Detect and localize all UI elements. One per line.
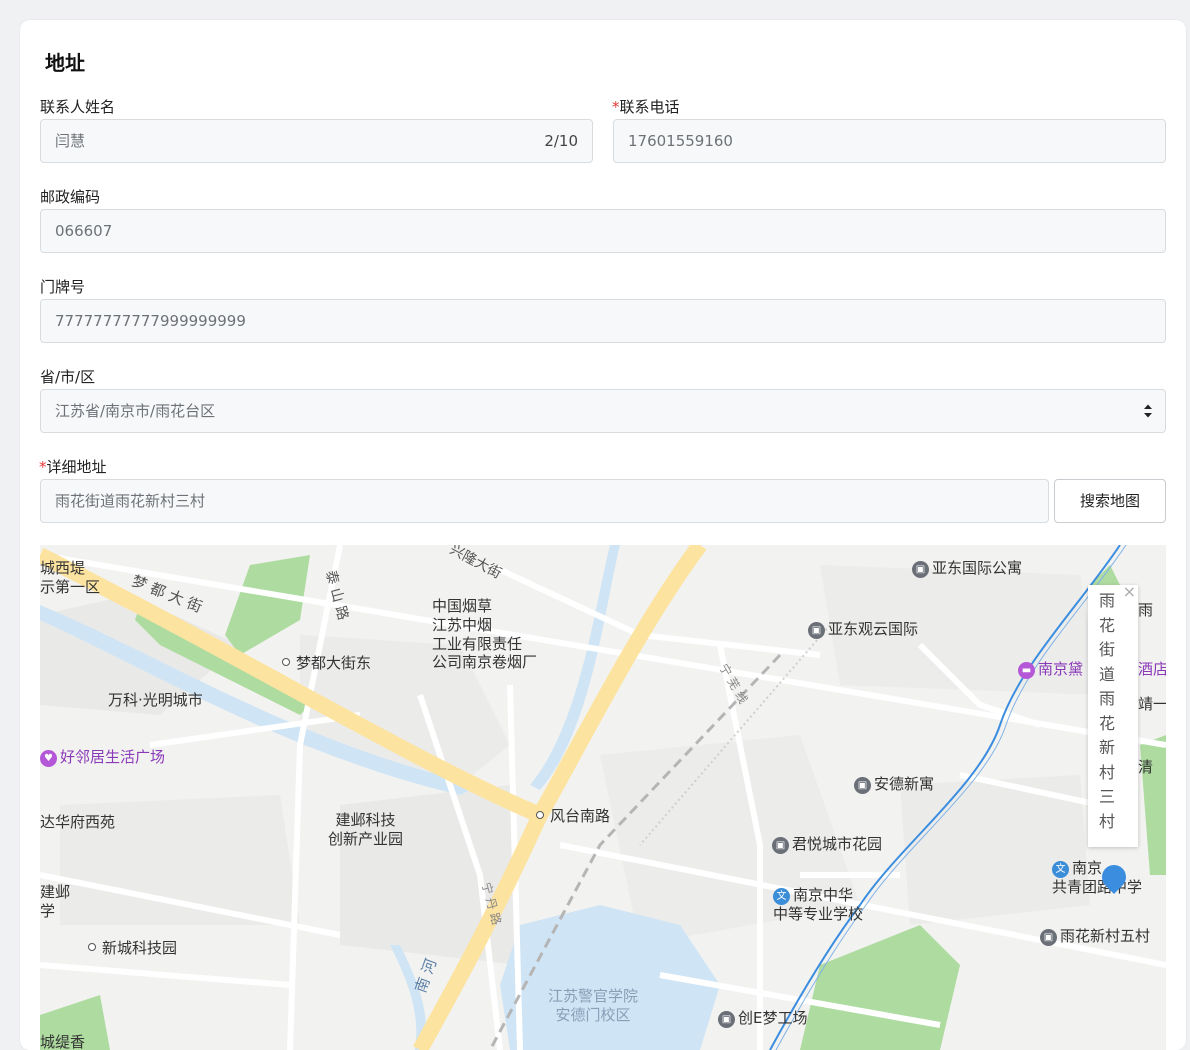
up-down-arrows-icon xyxy=(1143,390,1153,432)
region-select[interactable]: 江苏省/南京市/雨花台区 xyxy=(40,389,1166,433)
map-poi[interactable]: 城西堤 xyxy=(40,559,85,578)
map-poi[interactable]: 文南京中华 中等专业学校 xyxy=(773,886,863,924)
transit-dot-icon xyxy=(88,943,96,951)
building-pin-icon: ▣ xyxy=(854,777,871,794)
transit-dot-icon xyxy=(282,658,290,666)
map-poi[interactable]: 梦都大街东 xyxy=(282,654,371,673)
map-poi[interactable]: ▣ 亚东观云国际 xyxy=(808,620,918,639)
map-poi[interactable]: 酒店 xyxy=(1138,660,1166,679)
map-base-layer xyxy=(40,545,1166,1050)
map-poi[interactable]: 中国烟草 江苏中烟 工业有限责任 公司南京卷烟厂 xyxy=(432,597,537,672)
building-pin-icon: ▣ xyxy=(1040,929,1057,946)
postal-code-input[interactable]: 066607 xyxy=(40,209,1166,253)
map-poi[interactable]: 万科·光明城市 xyxy=(108,691,203,710)
map-poi[interactable]: ♥ 好邻居生活广场 xyxy=(40,748,165,767)
map-poi[interactable]: ▣ 安德新寓 xyxy=(854,775,934,794)
map-poi[interactable]: ▣ 君悦城市花园 xyxy=(772,835,882,854)
contact-phone-label: *联系电话 xyxy=(612,98,680,116)
transit-dot-icon xyxy=(536,811,544,819)
house-number-input[interactable]: 77777777777999999999 xyxy=(40,299,1166,343)
map-poi[interactable]: 城缇香 xyxy=(40,1033,85,1050)
building-pin-icon: ▣ xyxy=(912,561,929,578)
close-icon[interactable]: × xyxy=(1123,583,1136,601)
school-pin-icon: 文 xyxy=(1052,861,1069,878)
map-info-window: 雨花街道雨花新村三村 × xyxy=(1088,583,1138,847)
region-label: 省/市/区 xyxy=(40,368,96,386)
address-card: 地址 联系人姓名 闫慧 2/10 *联系电话 17601559160 邮政编码 … xyxy=(20,20,1186,1050)
building-pin-icon: ▣ xyxy=(772,837,789,854)
detail-address-value: 雨花街道雨花新村三村 xyxy=(55,492,206,510)
map-poi[interactable]: 新城科技园 xyxy=(88,939,177,958)
detail-address-input[interactable]: 雨花街道雨花新村三村 xyxy=(40,479,1049,523)
house-number-label: 门牌号 xyxy=(40,278,86,296)
map-poi[interactable]: 靖一 xyxy=(1138,695,1166,714)
contact-name-value: 闫慧 xyxy=(55,132,86,150)
map-poi[interactable]: 示第一区 xyxy=(40,578,100,597)
contact-phone-value: 17601559160 xyxy=(628,132,733,150)
map-poi[interactable]: 江苏警官学院 安德门校区 xyxy=(548,987,638,1025)
map-poi[interactable]: 达华府西苑 xyxy=(40,813,115,832)
map-view[interactable]: 梦 都 大 街 泰 山 路 宁 芜 线 兴隆大街 南 河 宁 丹 路 ▣ 亚东国际… xyxy=(40,545,1166,1050)
map-poi[interactable]: 建邺 学 xyxy=(40,883,70,921)
char-counter: 2/10 xyxy=(544,132,578,150)
map-poi[interactable]: 文南京 共青团路中学 xyxy=(1052,859,1142,897)
map-poi[interactable]: ▬ 南京黛 xyxy=(1018,660,1083,679)
section-title: 地址 xyxy=(45,51,85,75)
postal-code-value: 066607 xyxy=(55,222,113,240)
shop-pin-icon: ♥ xyxy=(40,750,57,767)
info-window-text: 雨花街道雨花新村三村 xyxy=(1099,591,1116,831)
map-poi[interactable]: 风台南路 xyxy=(536,807,610,826)
contact-name-label: 联系人姓名 xyxy=(40,98,116,116)
contact-name-input[interactable]: 闫慧 2/10 xyxy=(40,119,593,163)
map-poi[interactable]: 建邺科技 创新产业园 xyxy=(328,811,403,849)
map-poi[interactable]: ▣ 雨花新村五村 xyxy=(1040,927,1150,946)
hotel-pin-icon: ▬ xyxy=(1018,662,1035,679)
required-mark: * xyxy=(39,458,47,476)
building-pin-icon: ▣ xyxy=(718,1011,735,1028)
required-mark: * xyxy=(612,98,620,116)
detail-address-label: *详细地址 xyxy=(39,458,107,476)
postal-code-label: 邮政编码 xyxy=(40,188,101,206)
building-pin-icon: ▣ xyxy=(808,622,825,639)
house-number-value: 77777777777999999999 xyxy=(55,312,246,330)
map-poi[interactable]: 雨 xyxy=(1138,601,1153,620)
contact-phone-input[interactable]: 17601559160 xyxy=(613,119,1166,163)
search-map-button[interactable]: 搜索地图 xyxy=(1054,479,1166,523)
school-pin-icon: 文 xyxy=(773,888,790,905)
region-value: 江苏省/南京市/雨花台区 xyxy=(55,402,216,420)
map-poi[interactable]: ▣ 创E梦工场 xyxy=(718,1009,807,1028)
map-poi[interactable]: 清 xyxy=(1138,758,1153,777)
map-poi[interactable]: ▣ 亚东国际公寓 xyxy=(912,559,1022,578)
